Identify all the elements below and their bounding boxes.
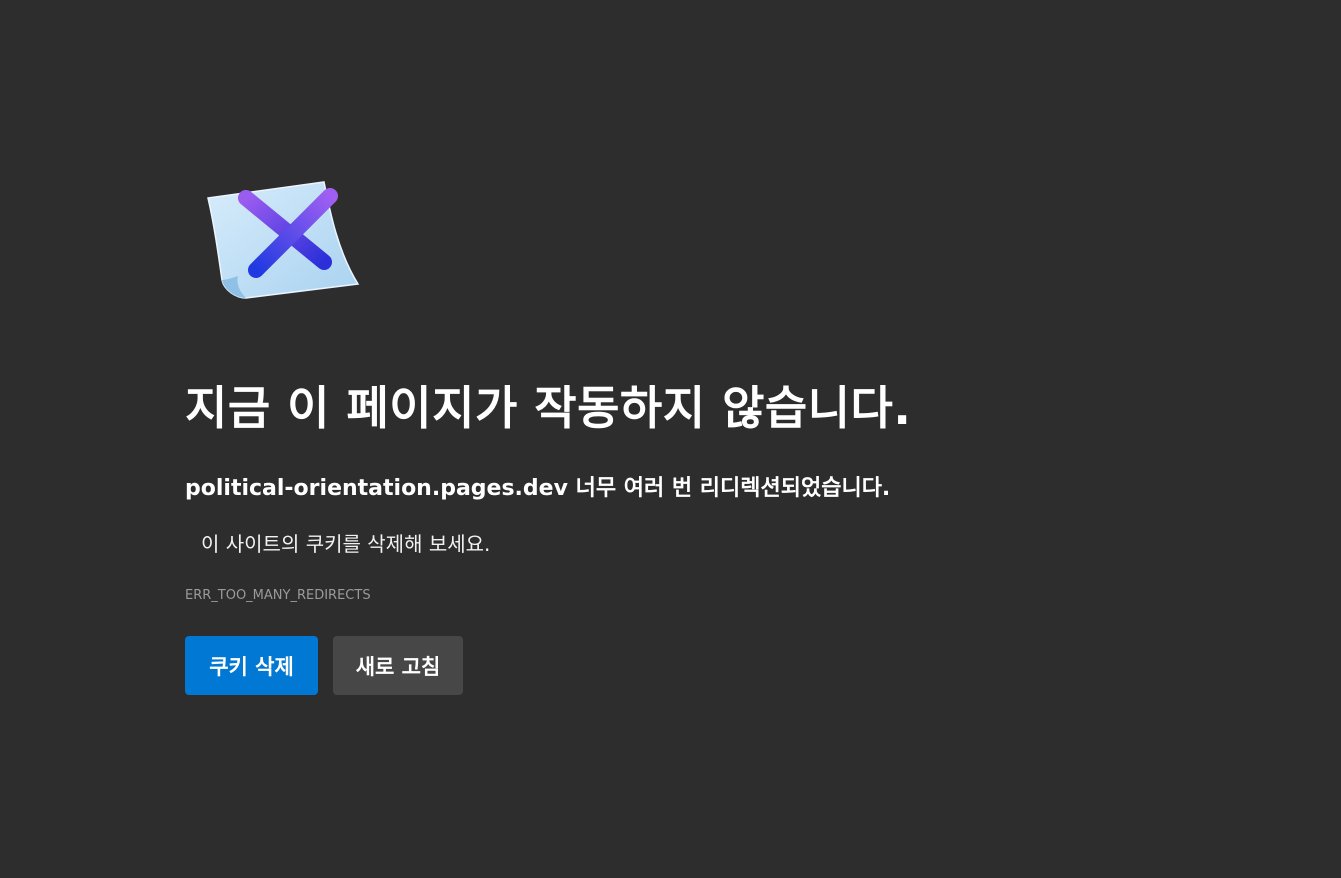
broken-page-x-icon — [196, 172, 366, 304]
clear-cookies-button[interactable]: 쿠키 삭제 — [185, 636, 318, 695]
error-summary: political-orientation.pages.dev 너무 여러 번 … — [185, 470, 890, 502]
reload-button[interactable]: 새로 고침 — [333, 636, 463, 695]
page-title: 지금 이 페이지가 작동하지 않습니다. — [185, 381, 912, 435]
error-code: ERR_TOO_MANY_REDIRECTS — [185, 588, 371, 603]
error-suggestion: 이 사이트의 쿠키를 삭제해 보세요. — [201, 532, 491, 556]
error-page: 지금 이 페이지가 작동하지 않습니다. political-orientati… — [0, 0, 1341, 878]
error-host: political-orientation.pages.dev — [185, 476, 568, 501]
error-message: 너무 여러 번 리디렉션되었습니다. — [567, 476, 891, 501]
